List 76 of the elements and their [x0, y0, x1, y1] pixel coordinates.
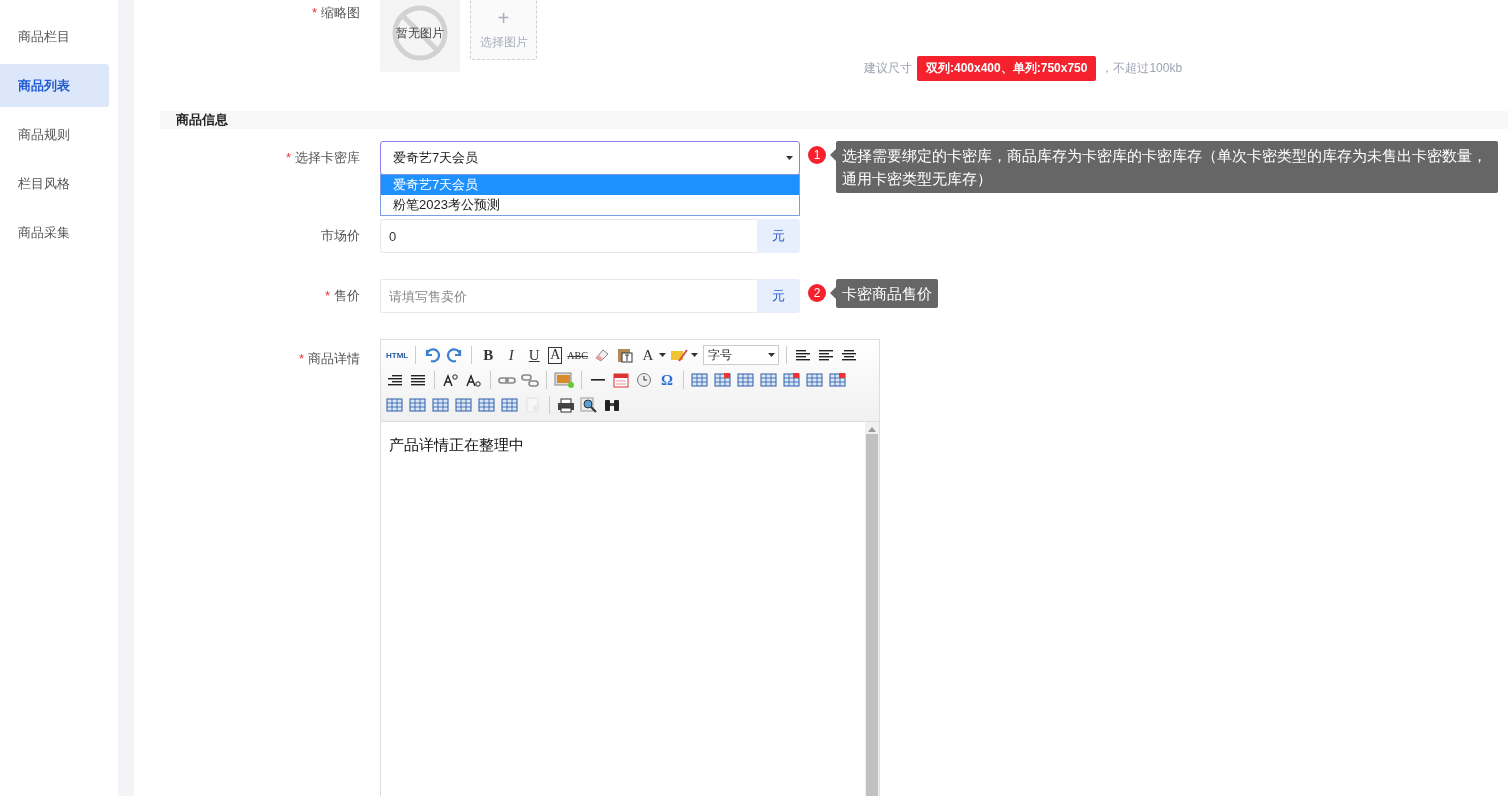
superscript-icon[interactable]: [442, 372, 460, 388]
sidebar-item[interactable]: 商品采集: [0, 211, 109, 254]
tooltip: 卡密商品售价: [836, 279, 938, 308]
align-left-icon[interactable]: [816, 347, 835, 363]
field-label: 售价: [334, 287, 360, 305]
tooltip: 选择需要绑定的卡密库，商品库存为卡密库的卡密库存（单次卡密类型的库存为未售出卡密数量，通用卡密类型无库存）: [836, 141, 1498, 193]
sale-price-input[interactable]: 请填写售卖价: [380, 279, 757, 313]
highlighter-icon[interactable]: [670, 347, 689, 363]
toolbar-button[interactable]: ABC: [567, 345, 588, 365]
preview-icon[interactable]: [580, 397, 598, 413]
toolbar-button[interactable]: I: [502, 345, 521, 365]
rich-text-editor[interactable]: HTML B I U A ABC A 字号 Ω 产品详情正在整理中: [380, 339, 880, 796]
delete-column-icon[interactable]: [829, 372, 847, 388]
field-label: 选择卡密库: [295, 149, 360, 167]
table-icon[interactable]: [501, 397, 519, 413]
delete-table-icon[interactable]: [714, 372, 732, 388]
paste-icon[interactable]: [615, 347, 634, 363]
toolbar-button[interactable]: A: [548, 346, 563, 364]
insert-column-icon[interactable]: [806, 372, 824, 388]
toolbar-button[interactable]: U: [525, 345, 544, 365]
table-icon[interactable]: [432, 397, 450, 413]
toolbar-button[interactable]: Ω: [658, 370, 676, 390]
binoculars-icon[interactable]: [603, 397, 621, 413]
required-mark: *: [324, 287, 330, 305]
no-image-icon: [391, 4, 449, 62]
scrollbar[interactable]: [865, 422, 879, 796]
table-icon[interactable]: [455, 397, 473, 413]
align-right-icon[interactable]: [386, 372, 404, 388]
image-icon[interactable]: [554, 371, 574, 389]
tooltip-arrow: [830, 149, 836, 161]
market-price-input[interactable]: 0: [380, 219, 757, 253]
field-label: 市场价: [321, 227, 360, 245]
toolbar-button[interactable]: B: [479, 345, 498, 365]
required-mark: *: [285, 149, 291, 167]
sidebar-item[interactable]: 商品列表: [0, 64, 109, 107]
table-icon[interactable]: [691, 372, 709, 388]
editor-content: 产品详情正在整理中: [388, 435, 525, 455]
scroll-up-icon[interactable]: [868, 426, 876, 432]
table-icon[interactable]: [478, 397, 496, 413]
subscript-icon[interactable]: [465, 372, 483, 388]
table-title-icon[interactable]: [737, 372, 755, 388]
tooltip-arrow: [830, 287, 836, 299]
required-mark: *: [311, 4, 317, 22]
table-icon[interactable]: [386, 397, 404, 413]
align-center-icon[interactable]: [839, 347, 858, 363]
insert-row-icon[interactable]: [760, 372, 778, 388]
step-number: 1: [808, 146, 826, 164]
sidebar-item[interactable]: 商品规则: [0, 113, 109, 156]
thumbnail-text: 暂无图片: [396, 24, 444, 42]
toolbar-button[interactable]: A: [638, 345, 657, 365]
table-icon[interactable]: [409, 397, 427, 413]
required-mark: *: [298, 350, 304, 368]
calendar-icon[interactable]: [612, 372, 630, 388]
dropdown-caret-icon: [786, 156, 793, 160]
hint-text: 建议尺寸: [864, 60, 912, 77]
unit-label: 元: [757, 219, 800, 253]
delete-row-icon[interactable]: [783, 372, 801, 388]
hint-text: ，不超过100kb: [1101, 60, 1183, 77]
step-number: 2: [808, 284, 826, 302]
font-size-select[interactable]: 字号: [702, 345, 779, 365]
card-library-select[interactable]: 爱奇艺7天会员: [380, 141, 800, 175]
printer-icon[interactable]: [557, 397, 575, 413]
clock-icon[interactable]: [635, 372, 653, 388]
unit-label: 元: [757, 279, 800, 313]
section-header: 商品信息: [160, 111, 1508, 129]
indent-icon[interactable]: [793, 347, 812, 363]
unlink-icon[interactable]: [521, 372, 539, 388]
sidebar-item[interactable]: 商品栏目: [0, 15, 109, 58]
size-badge: 双列:400x400、单列:750x750: [917, 56, 1097, 81]
caret-icon: [767, 353, 775, 357]
html-source-button[interactable]: HTML: [386, 345, 409, 365]
sidebar-item[interactable]: 栏目风格: [0, 162, 109, 205]
field-label: 商品详情: [308, 350, 360, 368]
field-label: 缩略图: [321, 4, 360, 22]
undo-icon[interactable]: [423, 347, 442, 363]
justify-icon[interactable]: [409, 372, 427, 388]
